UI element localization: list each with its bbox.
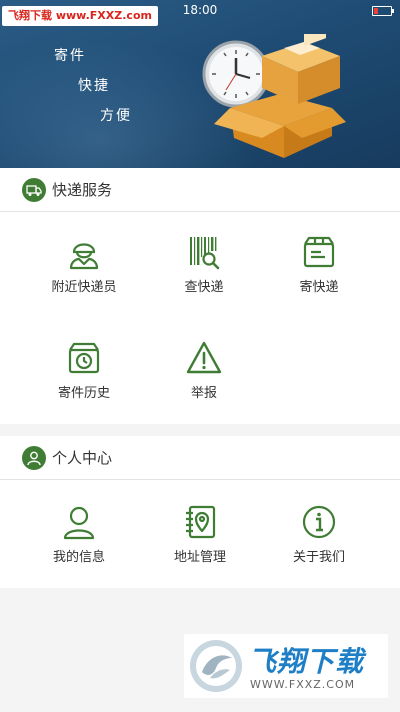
package-icon [303,236,335,268]
person-icon [22,446,46,470]
slogan-fast: 快捷 [78,78,110,94]
track-package-button[interactable]: 查快递 [149,234,259,295]
nearby-courier-button[interactable]: 附近快递员 [29,234,139,295]
history-box-icon [68,342,100,374]
item-label: 查快递 [184,280,224,295]
send-history-button[interactable]: 寄件历史 [29,340,139,401]
watermark-bottom: 飞翔下载 WWW.FXXZ.COM [184,634,388,698]
address-book-icon [186,505,216,539]
item-label: 寄件历史 [57,386,110,401]
item-label: 附近快递员 [51,280,117,295]
banner: 飞翔下载 www.FXXZ.com 18:00 寄件 快捷 方便 [0,0,400,168]
express-services-section: 快递服务 附近快递员 查快递 寄快递 寄件历史 举报 [0,168,400,424]
info-icon [302,505,336,539]
item-label: 关于我们 [292,550,345,565]
report-button[interactable]: 举报 [149,340,259,401]
personal-center-section: 个人中心 我的信息 地址管理 关于我们 [0,436,400,588]
section-title: 快递服务 [52,181,113,199]
send-package-button[interactable]: 寄快递 [264,234,374,295]
item-label: 举报 [190,386,217,401]
slogan-send: 寄件 [54,48,86,64]
clock-and-boxes-illustration [202,34,346,158]
watermark-logo-icon [190,640,242,692]
watermark-url: WWW.FXXZ.COM [250,678,356,691]
truck-icon [22,178,46,202]
address-management-button[interactable]: 地址管理 [145,504,255,565]
item-label: 寄快递 [299,280,339,295]
about-us-button[interactable]: 关于我们 [264,504,374,565]
express-services-header: 快递服务 [0,168,400,212]
battery-icon [372,6,394,16]
user-icon [63,506,95,540]
watermark-top: 飞翔下载 www.FXXZ.com [2,6,158,26]
section-title: 个人中心 [52,449,113,467]
personal-center-header: 个人中心 [0,436,400,480]
warning-icon [186,341,222,374]
courier-icon [69,243,99,270]
barcode-search-icon [190,237,220,270]
item-label: 我的信息 [52,550,105,565]
watermark-brand: 飞翔下载 [248,645,365,678]
status-time: 18:00 [182,3,218,17]
slogan-convenient: 方便 [100,108,132,124]
item-label: 地址管理 [173,550,226,565]
my-info-button[interactable]: 我的信息 [24,504,134,565]
